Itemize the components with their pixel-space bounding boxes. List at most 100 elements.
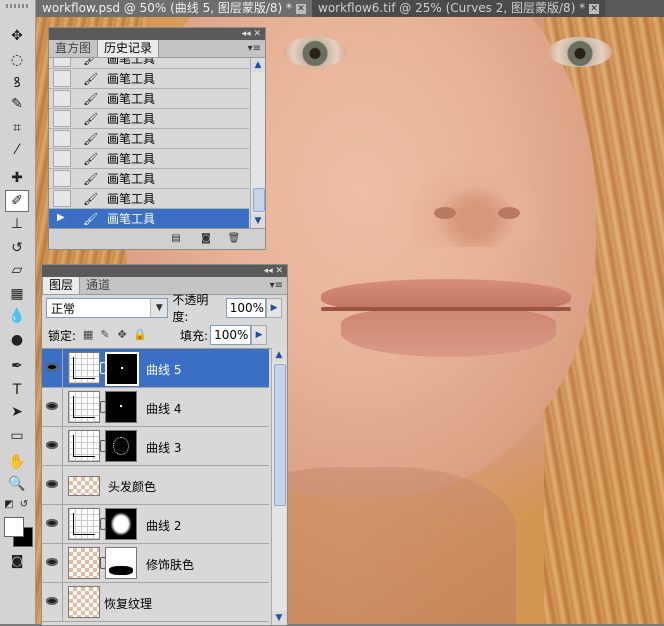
shape-icon[interactable]: ▭ xyxy=(6,426,28,446)
tab-history[interactable]: 历史记录 xyxy=(97,40,160,57)
collapse-icon[interactable]: ◂◂ ✕ xyxy=(242,28,261,40)
swap-colors-icon[interactable]: ↺ xyxy=(17,497,31,511)
move-icon[interactable]: ✥ xyxy=(6,26,28,46)
blend-mode-select[interactable]: 正常 ▼ xyxy=(46,298,169,318)
eye-icon[interactable] xyxy=(46,402,58,410)
layer-name[interactable]: 恢复纹理 xyxy=(104,595,152,612)
visibility-toggle[interactable] xyxy=(42,583,63,621)
scroll-down-arrow[interactable]: ▼ xyxy=(272,611,286,625)
scroll-down-arrow[interactable]: ▼ xyxy=(251,214,265,228)
layer-row-selected[interactable]: 曲线 5 xyxy=(42,349,269,388)
close-icon[interactable]: ✕ xyxy=(589,3,600,14)
curves-adjustment-thumbnail[interactable] xyxy=(68,508,100,540)
curves-adjustment-thumbnail[interactable] xyxy=(68,430,100,462)
layer-name[interactable]: 曲线 4 xyxy=(146,400,181,417)
layer-row[interactable]: 修饰肤色 xyxy=(42,544,269,583)
visibility-toggle[interactable] xyxy=(42,505,63,543)
layer-name[interactable]: 头发颜色 xyxy=(108,478,156,495)
layer-name[interactable]: 曲线 3 xyxy=(146,439,181,456)
chevron-down-icon[interactable]: ▼ xyxy=(150,299,168,317)
foreground-color-swatch[interactable] xyxy=(4,517,24,537)
history-source-checkbox[interactable] xyxy=(53,150,71,167)
blur-icon[interactable]: 💧 xyxy=(6,306,28,326)
fill-slider-arrow[interactable]: ▶ xyxy=(251,325,268,345)
fill-input[interactable]: 100% xyxy=(210,325,252,345)
new-snapshot-icon[interactable]: ◙ xyxy=(199,233,213,244)
quick-selection-icon[interactable]: ✎ xyxy=(6,94,28,114)
layer-name[interactable]: 曲线 5 xyxy=(146,361,181,378)
tab-layers[interactable]: 图层 xyxy=(42,277,81,294)
visibility-toggle[interactable] xyxy=(42,544,63,582)
history-item-selected[interactable]: ▶ 🖌 画笔工具 xyxy=(49,209,249,228)
hand-icon[interactable]: ✋ xyxy=(6,452,28,472)
opacity-input[interactable]: 100% xyxy=(225,298,267,318)
default-colors-icon[interactable]: ◩ xyxy=(2,497,16,511)
collapse-icon[interactable]: ◂◂ ✕ xyxy=(264,265,283,277)
curves-adjustment-thumbnail[interactable] xyxy=(68,391,100,423)
history-state-marker[interactable]: ▶ xyxy=(53,210,71,227)
eye-icon[interactable] xyxy=(46,519,58,527)
trash-icon[interactable]: 🗑 xyxy=(227,233,241,244)
history-item[interactable]: 🖌 画笔工具 xyxy=(49,109,249,129)
history-source-checkbox[interactable] xyxy=(53,70,71,87)
visibility-toggle[interactable] xyxy=(42,466,63,504)
layer-thumbnail[interactable] xyxy=(68,547,100,579)
lock-all-icon[interactable]: 🔒 xyxy=(133,329,147,341)
panel-header[interactable]: ◂◂ ✕ xyxy=(42,265,287,277)
eye-icon[interactable] xyxy=(46,480,58,488)
history-source-checkbox[interactable] xyxy=(53,170,71,187)
panel-menu-icon[interactable]: ▾≡ xyxy=(248,43,261,54)
layer-name[interactable]: 曲线 2 xyxy=(146,517,181,534)
scroll-up-arrow[interactable]: ▲ xyxy=(251,58,265,72)
visibility-toggle[interactable] xyxy=(42,388,63,426)
lock-position-icon[interactable]: ✥ xyxy=(116,329,128,341)
toolbar-grip[interactable] xyxy=(6,4,28,8)
history-item[interactable]: 🖌 画笔工具 xyxy=(49,58,249,69)
eyedropper-icon[interactable]: ⁄ xyxy=(6,140,28,160)
visibility-toggle[interactable] xyxy=(42,349,63,387)
history-item[interactable]: 🖌 画笔工具 xyxy=(49,189,249,209)
history-source-checkbox[interactable] xyxy=(53,58,71,67)
zoom-icon[interactable]: 🔍 xyxy=(6,474,28,494)
scroll-thumb[interactable] xyxy=(274,364,286,506)
layer-mask-thumbnail[interactable] xyxy=(105,430,137,462)
tab-channels[interactable]: 通道 xyxy=(80,277,116,294)
tab-histogram[interactable]: 直方图 xyxy=(49,40,97,57)
curves-adjustment-thumbnail[interactable] xyxy=(68,352,100,384)
clone-stamp-icon[interactable]: ⊥ xyxy=(6,214,28,234)
history-item[interactable]: 🖌 画笔工具 xyxy=(49,149,249,169)
history-item[interactable]: 🖌 画笔工具 xyxy=(49,89,249,109)
new-document-from-state-icon[interactable]: ▤ xyxy=(169,233,183,244)
dodge-icon[interactable]: ● xyxy=(6,330,28,350)
visibility-toggle[interactable] xyxy=(42,427,63,465)
layer-mask-thumbnail[interactable] xyxy=(105,547,137,579)
history-item[interactable]: 🖌 画笔工具 xyxy=(49,69,249,89)
layer-name[interactable]: 修饰肤色 xyxy=(146,556,194,573)
layer-row[interactable]: 曲线 2 xyxy=(42,505,269,544)
layer-row[interactable]: 曲线 4 xyxy=(42,388,269,427)
quick-mask-icon[interactable]: ◙ xyxy=(6,551,28,571)
layer-row[interactable]: 曲线 3 xyxy=(42,427,269,466)
eye-icon[interactable] xyxy=(46,558,58,566)
document-tab-workflow[interactable]: workflow.psd @ 50% (曲线 5, 图层蒙版/8) * ✕ xyxy=(36,0,313,17)
layer-mask-thumbnail[interactable] xyxy=(105,352,139,386)
history-brush-icon[interactable]: ↺ xyxy=(6,238,28,258)
opacity-slider-arrow[interactable]: ▶ xyxy=(266,298,283,318)
panel-header[interactable]: ◂◂ ✕ xyxy=(49,28,265,40)
scroll-up-arrow[interactable]: ▲ xyxy=(272,348,286,362)
lock-pixels-icon[interactable]: ✎ xyxy=(99,329,111,341)
layer-mask-thumbnail[interactable] xyxy=(105,508,137,540)
history-source-checkbox[interactable] xyxy=(53,190,71,207)
history-item[interactable]: 🖌 画笔工具 xyxy=(49,169,249,189)
gradient-icon[interactable]: ▦ xyxy=(6,284,28,304)
crop-icon[interactable]: ⌗ xyxy=(6,118,28,138)
layers-scrollbar[interactable]: ▲ ▼ xyxy=(271,348,286,625)
history-item[interactable]: 🖌 画笔工具 xyxy=(49,129,249,149)
panel-menu-icon[interactable]: ▾≡ xyxy=(270,280,283,291)
eraser-icon[interactable]: ▱ xyxy=(6,260,28,280)
brush-icon[interactable]: ✐ xyxy=(5,190,29,212)
history-scrollbar[interactable]: ▲ ▼ xyxy=(250,58,265,228)
layer-row[interactable]: 头发颜色 xyxy=(42,466,269,505)
history-source-checkbox[interactable] xyxy=(53,130,71,147)
layer-thumbnail[interactable] xyxy=(68,586,100,618)
